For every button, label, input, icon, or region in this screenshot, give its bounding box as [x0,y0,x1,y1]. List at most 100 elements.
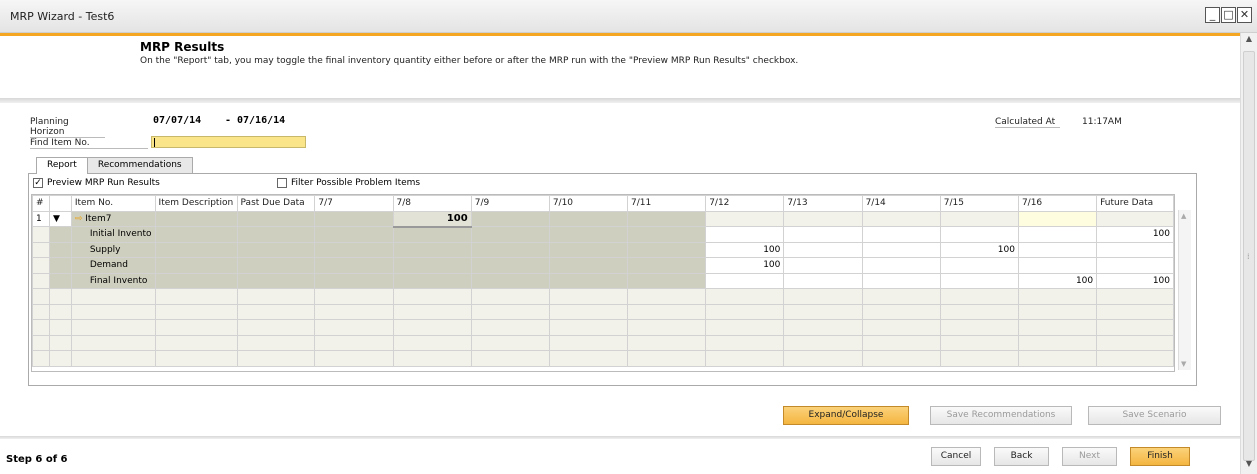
table-row[interactable]: Supply 100 100 [32,241,1174,258]
item-no-cell[interactable]: ⇨ Item7 [70,210,156,227]
data-cell[interactable] [548,257,629,274]
data-cell[interactable] [626,257,707,274]
expander-icon[interactable] [48,241,72,258]
item-no-cell[interactable]: Final Invento [70,272,156,289]
data-cell[interactable] [470,257,550,274]
data-cell[interactable] [154,272,238,289]
data-cell[interactable] [1096,257,1174,274]
scroll-down-icon[interactable]: ▼ [1181,360,1186,368]
column-header[interactable]: 7/10 [548,195,629,212]
data-cell[interactable] [939,226,1019,243]
scroll-up-icon[interactable]: ▲ [1181,212,1186,220]
data-cell[interactable] [236,257,316,274]
data-cell[interactable] [548,226,629,243]
data-cell[interactable] [939,210,1019,227]
data-cell[interactable] [939,257,1019,274]
data-cell[interactable] [783,241,863,258]
item-arrow-icon[interactable]: ⇨ [75,214,85,224]
data-cell[interactable] [314,210,394,227]
table-row[interactable]: Initial Invento 100 [32,226,1174,243]
column-header[interactable]: 7/9 [470,195,550,212]
cancel-button[interactable]: Cancel [931,447,981,466]
data-cell[interactable] [783,272,863,289]
tab-report[interactable]: Report [36,157,88,174]
column-header[interactable]: Item Description [154,195,238,212]
data-cell[interactable] [236,210,316,227]
column-header[interactable]: # [32,195,50,212]
data-cell[interactable] [861,226,941,243]
scroll-up-icon[interactable]: ▲ [1241,34,1257,48]
table-row[interactable]: Demand 100 [32,257,1174,274]
data-cell[interactable] [861,210,941,227]
data-cell[interactable] [1017,226,1098,243]
data-cell[interactable] [783,226,863,243]
data-cell[interactable] [626,210,707,227]
data-cell[interactable] [626,272,707,289]
data-cell[interactable] [626,226,707,243]
close-button[interactable]: ✕ [1237,7,1252,23]
save-recommendations-button[interactable]: Save Recommendations [930,406,1072,425]
column-header[interactable]: 7/12 [705,195,785,212]
data-cell[interactable] [392,257,472,274]
data-cell[interactable] [314,241,394,258]
back-button[interactable]: Back [994,447,1049,466]
data-cell[interactable] [626,241,707,258]
data-cell[interactable]: 100 [392,210,472,228]
data-cell[interactable] [1017,257,1098,274]
next-button[interactable]: Next [1062,447,1117,466]
data-cell[interactable] [236,226,316,243]
scroll-thumb[interactable]: ⁞ [1243,51,1255,461]
column-header[interactable]: 7/7 [314,195,394,212]
expander-icon[interactable] [48,257,72,274]
data-cell[interactable] [705,210,785,227]
data-cell[interactable] [783,257,863,274]
data-cell[interactable] [154,226,238,243]
data-cell[interactable] [470,226,550,243]
item-no-cell[interactable]: Supply [70,241,156,258]
column-header[interactable]: 7/13 [783,195,863,212]
column-header[interactable]: 7/14 [861,195,941,212]
column-header[interactable]: 7/15 [939,195,1019,212]
scroll-down-icon[interactable]: ▼ [1241,459,1257,473]
data-cell[interactable]: 100 [705,241,785,258]
data-cell[interactable] [392,226,472,243]
data-cell[interactable] [314,226,394,243]
data-cell[interactable] [1017,210,1098,227]
minimize-button[interactable]: _ [1205,7,1220,23]
data-cell[interactable] [236,272,316,289]
window-scrollbar[interactable]: ▲ ⁞ ▼ [1240,33,1257,474]
item-no-cell[interactable]: Demand [70,257,156,274]
data-cell[interactable] [705,272,785,289]
column-header[interactable] [48,195,72,212]
data-cell[interactable] [861,241,941,258]
data-cell[interactable] [705,226,785,243]
data-cell[interactable]: 100 [1096,226,1174,243]
data-cell[interactable] [548,272,629,289]
column-header[interactable]: 7/16 [1017,195,1098,212]
column-header[interactable]: Past Due Data [236,195,316,212]
table-row[interactable]: Final Invento 100 100 [32,272,1174,289]
data-cell[interactable] [236,241,316,258]
expander-icon[interactable] [48,272,72,289]
grid-scrollbar[interactable]: ▲ ▼ [1178,210,1191,370]
data-cell[interactable] [861,257,941,274]
data-cell[interactable]: 100 [705,257,785,274]
data-cell[interactable] [392,241,472,258]
data-cell[interactable] [470,272,550,289]
data-cell[interactable] [154,241,238,258]
column-header[interactable]: 7/8 [392,195,472,212]
data-cell[interactable]: 100 [1017,272,1098,289]
data-cell[interactable] [314,257,394,274]
maximize-button[interactable]: □ [1221,7,1236,23]
item-no-cell[interactable]: Initial Invento [70,226,156,243]
data-cell[interactable] [314,272,394,289]
data-cell[interactable] [1017,241,1098,258]
find-item-input[interactable] [151,136,306,148]
data-cell[interactable] [548,210,629,227]
data-cell[interactable] [939,272,1019,289]
filter-checkbox[interactable]: Filter Possible Problem Items [277,178,420,188]
data-cell[interactable] [392,272,472,289]
preview-checkbox[interactable]: ✓ Preview MRP Run Results [33,178,160,188]
data-cell[interactable] [470,210,550,227]
data-cell[interactable] [154,257,238,274]
